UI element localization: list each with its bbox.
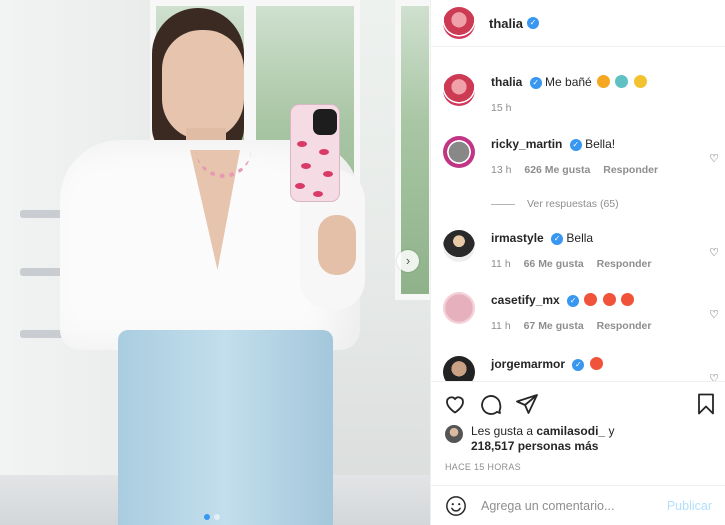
publish-button[interactable]: Publicar	[667, 499, 712, 513]
avatar[interactable]	[445, 425, 463, 443]
heart-icon[interactable]: ♡	[709, 372, 719, 381]
verified-icon: ✓	[526, 17, 539, 29]
carousel-indicator	[204, 514, 220, 520]
comment-time: 13 h	[491, 164, 512, 176]
caption-text: Me bañé	[545, 75, 592, 89]
share-icon[interactable]	[515, 392, 539, 416]
heart-icon[interactable]: ♡	[709, 308, 719, 321]
carousel-dot	[214, 514, 220, 520]
avatar[interactable]	[443, 356, 475, 381]
comment-username[interactable]: jorgemarmor	[491, 357, 565, 371]
verified-icon: ✓	[551, 232, 564, 245]
comment-icon[interactable]	[479, 392, 503, 416]
view-replies-button[interactable]: Ver respuestas (65)	[491, 198, 619, 210]
bookmark-icon[interactable]	[694, 392, 718, 416]
heart-icon[interactable]: ♡	[709, 246, 719, 259]
comment-input[interactable]	[481, 498, 661, 513]
avatar[interactable]	[443, 136, 475, 168]
heart-eyes-emoji-icon	[621, 293, 635, 306]
likes-prefix: Les gusta a	[471, 424, 534, 438]
view-replies-label: Ver respuestas (65)	[527, 198, 619, 210]
heart-eyes-emoji-icon	[584, 293, 598, 306]
comment-likes[interactable]: 626 Me gusta	[524, 164, 590, 176]
header-username[interactable]: thalia	[489, 16, 523, 31]
photo-subject-pants	[118, 330, 333, 525]
action-bar	[443, 392, 714, 418]
photo-subject-face	[162, 30, 244, 140]
comment-text: Bella!	[585, 137, 616, 151]
comment-time: 11 h	[491, 258, 511, 270]
soap-emoji-icon	[633, 75, 647, 88]
chevron-right-icon[interactable]: ›	[397, 250, 419, 272]
avatar[interactable]	[443, 230, 475, 262]
verified-icon: ✓	[572, 358, 585, 371]
carousel-dot-active	[204, 514, 210, 520]
comment-text: Bella	[566, 231, 594, 245]
photo-phone	[290, 104, 340, 202]
face-emoji-icon	[597, 75, 611, 88]
heart-icon[interactable]: ♡	[709, 152, 719, 165]
comment-username[interactable]: irmastyle	[491, 231, 544, 245]
photo-subject-hand	[318, 215, 356, 275]
avatar[interactable]	[443, 292, 475, 324]
likes-joiner: y	[608, 424, 615, 438]
avatar[interactable]	[443, 74, 475, 106]
heart-eyes-emoji-icon	[602, 293, 616, 306]
post-photo[interactable]: ›	[0, 0, 430, 525]
verified-icon: ✓	[529, 76, 542, 89]
smile-icon[interactable]	[445, 495, 467, 517]
post-timestamp[interactable]: HACE 15 HORAS	[445, 462, 521, 472]
post-sidebar: thalia ✓ thalia ✓ Me bañé 15 h ricky_mar…	[430, 0, 725, 525]
likes-summary: Les gusta a camilasodi_ y 218,517 person…	[445, 424, 614, 454]
comment-likes[interactable]: 67 Me gusta	[524, 320, 584, 332]
comment-username[interactable]: ricky_martin	[491, 137, 562, 151]
phone-camera	[313, 109, 337, 135]
soap-emoji-icon	[615, 75, 629, 88]
comments-list[interactable]: thalia ✓ Me bañé 15 h ricky_martin ✓ Bel…	[431, 48, 725, 381]
reply-button[interactable]: Responder	[597, 258, 652, 270]
heart-icon[interactable]	[443, 392, 467, 416]
post-header: thalia ✓	[431, 0, 725, 47]
comment-likes[interactable]: 66 Me gusta	[524, 258, 584, 270]
comment-time: 11 h	[491, 320, 511, 332]
reply-button[interactable]: Responder	[603, 164, 658, 176]
heart-eyes-emoji-icon	[589, 357, 603, 370]
likes-user[interactable]: camilasodi_	[536, 424, 605, 438]
comment-composer: Publicar	[431, 485, 725, 525]
caption-username[interactable]: thalia	[491, 75, 522, 89]
verified-icon: ✓	[567, 294, 580, 307]
caption-time: 15 h	[491, 102, 512, 114]
replies-divider	[491, 203, 515, 205]
verified-icon: ✓	[569, 138, 582, 151]
reply-button[interactable]: Responder	[597, 320, 652, 332]
comment-username[interactable]: casetify_mx	[491, 293, 560, 307]
avatar[interactable]	[443, 7, 475, 39]
likes-count[interactable]: 218,517 personas más	[471, 439, 598, 453]
